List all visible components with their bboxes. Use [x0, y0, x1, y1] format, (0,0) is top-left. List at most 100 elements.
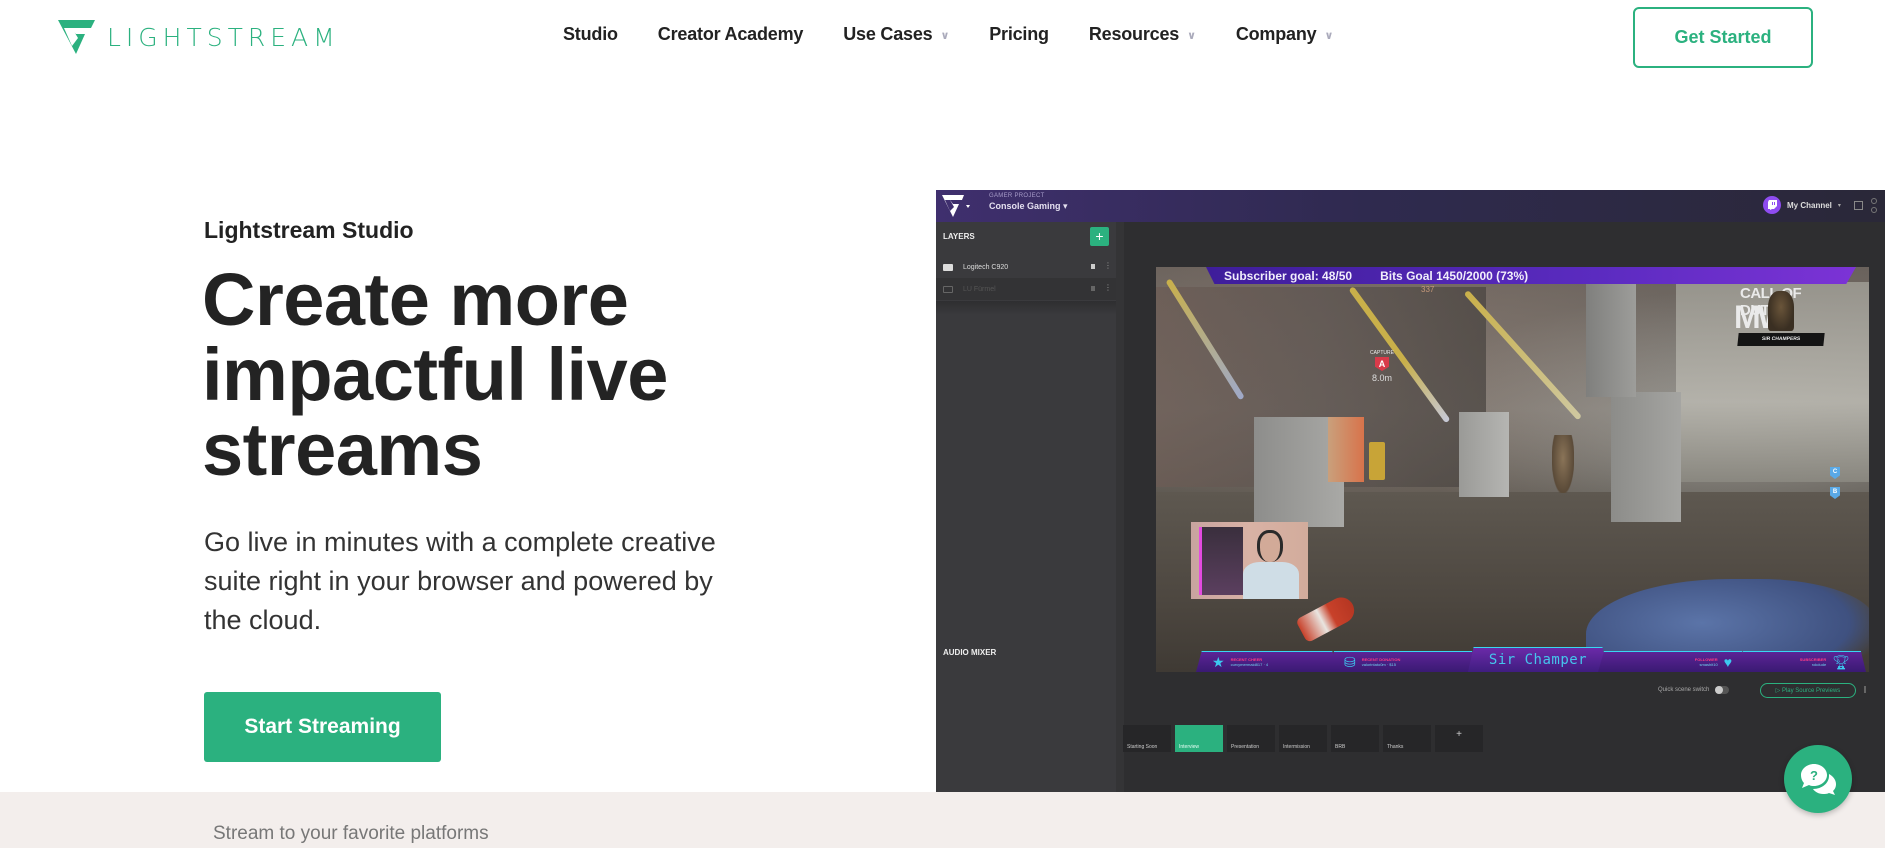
scene-presentation[interactable]: Presentation	[1227, 725, 1275, 752]
settings-icon	[1871, 207, 1877, 213]
capture-label: CAPTURE	[1370, 350, 1394, 356]
enemy-soldier	[1552, 435, 1574, 493]
hero-eyebrow: Lightstream Studio	[204, 217, 414, 243]
play-source-previews-button[interactable]: ▷ Play Source Previews	[1760, 683, 1856, 698]
nav-studio[interactable]: Studio	[563, 24, 618, 45]
alert-text: FOLLOWER smashit10	[1695, 657, 1718, 667]
alert-text: RECENT DONATION valorintato0m · $15	[1362, 657, 1401, 667]
more-options-icon[interactable]: ⋮	[1104, 284, 1112, 292]
goal-banner: Subscriber goal: 48/50 Bits Goal 1450/20…	[1206, 267, 1856, 284]
project-selector[interactable]: GAMER PROJECT Console Gaming ▾	[989, 193, 1068, 212]
add-scene-button[interactable]: +	[1435, 725, 1483, 752]
clock-icon	[1871, 198, 1877, 204]
nav-label: Resources	[1088, 24, 1180, 44]
follower-panel: FOLLOWER smashit10 ♥	[1598, 651, 1748, 672]
soldier-image	[1768, 291, 1794, 331]
scene-starting-soon[interactable]: Starting Soon	[1123, 725, 1171, 752]
capture-distance: 8.0m	[1371, 373, 1392, 383]
layers-title: LAYERS	[943, 232, 975, 241]
help-chat-button[interactable]: ?	[1784, 745, 1852, 813]
person-head	[1257, 530, 1283, 562]
stream-preview-canvas[interactable]: Subscriber goal: 48/50 Bits Goal 1450/20…	[1156, 267, 1869, 672]
layer-row[interactable]: Logitech C920 ⋮	[936, 256, 1116, 278]
project-name: Console Gaming ▾	[989, 201, 1068, 212]
recent-donation-panel: ⛁ RECENT DONATION valorintato0m · $15	[1328, 651, 1478, 672]
channel-selector[interactable]: My Channel ▾	[1763, 196, 1841, 214]
concrete-pillar	[1586, 267, 1636, 397]
more-options-icon[interactable]	[1864, 686, 1866, 693]
nav-label: Company	[1235, 24, 1317, 44]
visibility-icon[interactable]	[1091, 286, 1095, 291]
layer-row[interactable]: LU Fürmel ⋮	[936, 278, 1116, 300]
brand-name: LIGHTSTREAM	[107, 22, 340, 52]
layer-drag-shadow	[936, 301, 1116, 315]
nav-label: Creator Academy	[657, 24, 804, 44]
webcam-background-shelf	[1199, 527, 1243, 595]
image-icon	[943, 285, 953, 293]
hud-compass-value: 337	[1421, 285, 1435, 294]
alert-value: smashit10	[1699, 662, 1718, 667]
quick-scene-toggle[interactable]	[1715, 686, 1730, 694]
nav-pricing[interactable]: Pricing	[989, 24, 1049, 45]
quick-scene-label: Quick scene switch	[1658, 687, 1710, 693]
channel-name: My Channel	[1787, 200, 1832, 210]
nav-creator-academy[interactable]: Creator Academy	[657, 24, 804, 45]
nav-resources[interactable]: Resources ∨	[1089, 24, 1196, 45]
status-icons	[1871, 198, 1877, 216]
project-label: GAMER PROJECT	[989, 193, 1045, 199]
scene-brb[interactable]: BRB	[1331, 725, 1379, 752]
more-options-icon[interactable]: ⋮	[1104, 262, 1112, 270]
platforms-heading: Stream to your favorite platforms	[213, 823, 489, 844]
nav-use-cases[interactable]: Use Cases ∨	[843, 24, 949, 45]
person-body	[1243, 562, 1299, 599]
alert-value: valorintato0m · $15	[1361, 662, 1396, 667]
chevron-down-icon: ∨	[1187, 30, 1196, 42]
hero-subtext: Go live in minutes with a complete creat…	[204, 527, 716, 635]
add-layer-button[interactable]: +	[1090, 227, 1109, 246]
coins-icon: ⛁	[1344, 653, 1356, 670]
subscriber-goal: Subscriber goal: 48/50	[1224, 268, 1353, 283]
lightstream-logo-icon	[942, 195, 970, 217]
quick-scene-switch[interactable]: Quick scene switch	[1658, 686, 1730, 694]
camera-icon	[943, 263, 953, 271]
svg-text:?: ?	[1810, 768, 1818, 783]
help-chat-icon: ?	[1801, 764, 1836, 795]
nav-company[interactable]: Company ∨	[1235, 24, 1334, 45]
chevron-down-icon: ∨	[940, 30, 950, 42]
app-logo	[942, 195, 970, 222]
game-logo: CALL OF DUTY MW SIR CHAMPERS	[1734, 285, 1832, 351]
scene-intermission[interactable]: Intermission	[1279, 725, 1327, 752]
scene-interview[interactable]: Interview	[1175, 725, 1223, 752]
alert-value: rokdude	[1811, 662, 1827, 667]
hero-headline: Create more impactful live streams	[202, 258, 668, 491]
nav-label: Use Cases	[843, 24, 933, 44]
dropdown-arrow-icon: ▾	[1063, 201, 1068, 211]
scene-thanks[interactable]: Thanks	[1383, 725, 1431, 752]
webcam-overlay	[1191, 522, 1308, 599]
brand-logo[interactable]: LIGHTSTREAM	[58, 20, 340, 54]
app-topbar: GAMER PROJECT Console Gaming ▾ My Channe…	[936, 190, 1885, 222]
concrete-block	[1611, 392, 1681, 522]
main-nav: Studio Creator Academy Use Cases ∨ Pricin…	[563, 24, 1373, 45]
start-streaming-button[interactable]: Start Streaming	[204, 692, 441, 762]
nav-label: Pricing	[989, 24, 1049, 44]
audio-mixer-title: AUDIO MIXER	[943, 648, 997, 657]
streamer-name: Sir Champer	[1488, 652, 1588, 668]
alert-text: SUBSCRIBER rokdude	[1800, 657, 1826, 667]
panel-divider	[1116, 222, 1124, 792]
visibility-icon[interactable]	[1091, 264, 1095, 269]
layer-name: Logitech C920	[963, 263, 1009, 271]
site-header: LIGHTSTREAM Studio Creator Academy Use C…	[0, 0, 1885, 74]
player-tag: SIR CHAMPERS	[1737, 333, 1825, 346]
nav-label: Studio	[563, 24, 618, 44]
barrel	[1369, 442, 1385, 480]
alert-bar: ★ RECENT CHEER curvymermaid817 · 4 ⛁ REC…	[1196, 647, 1866, 672]
external-link-icon[interactable]	[1854, 201, 1863, 210]
project-name-text: Console Gaming	[989, 201, 1061, 211]
streamer-name-panel: Sir Champer	[1468, 647, 1608, 672]
studio-app-screenshot: GAMER PROJECT Console Gaming ▾ My Channe…	[936, 190, 1885, 792]
alert-text: RECENT CHEER curvymermaid817 · 4	[1231, 657, 1269, 667]
scene-list: Starting Soon Interview Presentation Int…	[1123, 725, 1487, 752]
recent-cheer-panel: ★ RECENT CHEER curvymermaid817 · 4	[1196, 651, 1338, 672]
get-started-button[interactable]: Get Started	[1633, 7, 1813, 68]
